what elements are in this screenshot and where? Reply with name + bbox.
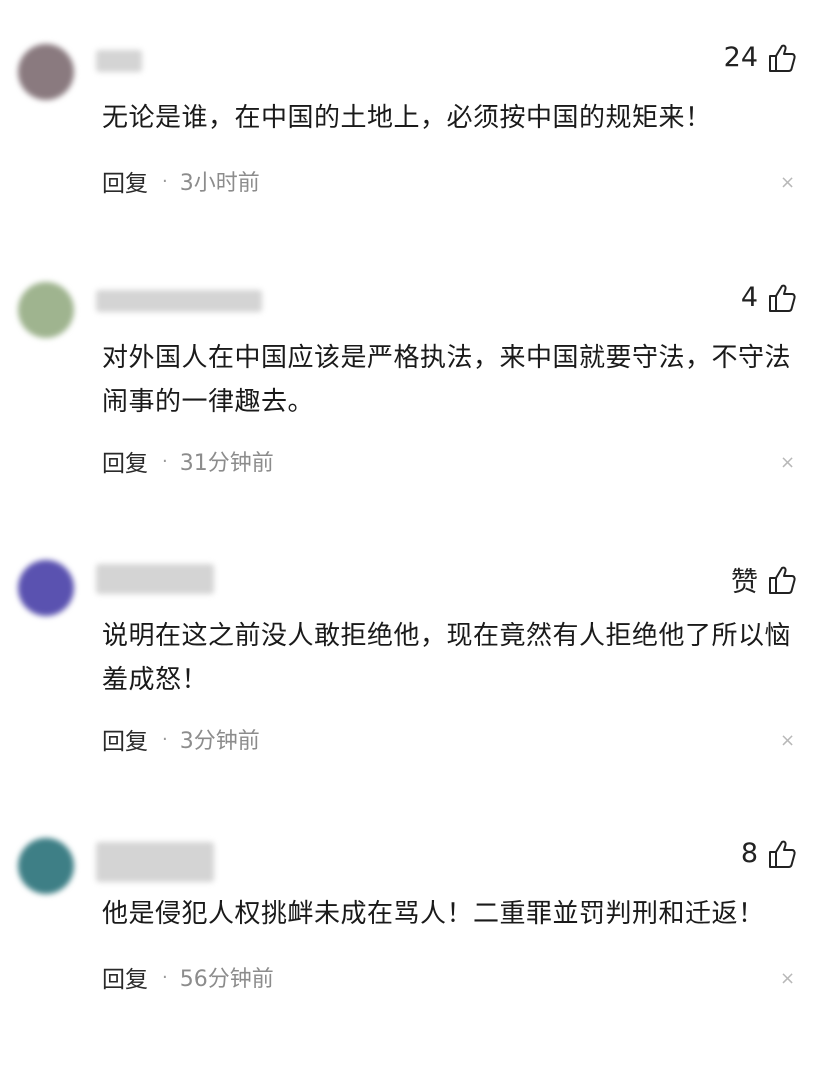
reply-button[interactable]: 回复 [102,960,148,994]
close-icon[interactable]: × [780,454,795,472]
thumbs-up-icon [769,566,796,594]
reply-button[interactable]: 回复 [102,722,148,756]
comment-meta: 回复 · 3分钟前 [102,722,260,756]
like-button[interactable]: 赞 [731,560,796,599]
username-blurred[interactable] [96,564,214,594]
like-button[interactable]: 8 [741,838,796,869]
avatar[interactable] [18,282,74,338]
timestamp: 3分钟前 [179,729,260,754]
timestamp: 56分钟前 [179,967,274,992]
like-count: 4 [740,282,758,313]
avatar[interactable] [18,44,74,100]
separator-dot: · [162,966,168,988]
comment-item: 24 无论是谁，在中国的土地上，必须按中国的规矩来！ 回复 · 3小时前 × [0,40,836,240]
like-button[interactable]: 4 [741,282,796,313]
thumbs-up-icon [769,840,796,868]
comment-text: 对外国人在中国应该是严格执法，来中国就要守法，不守法闹事的一律趣去。 [102,343,792,417]
comment-text: 说明在这之前没人敢拒绝他，现在竟然有人拒绝他了所以恼羞成怒！ [102,621,792,695]
comment-meta: 回复 · 56分钟前 [102,960,274,994]
avatar[interactable] [18,560,74,616]
like-count: 24 [723,42,758,73]
comment-meta: 回复 · 3小时前 [102,164,260,198]
like-count: 赞 [731,567,758,598]
separator-dot: · [162,170,168,192]
username-blurred[interactable] [96,290,262,312]
reply-button[interactable]: 回复 [102,164,148,198]
separator-dot: · [162,728,168,750]
thumbs-up-icon [769,44,796,72]
comment-item: 赞 说明在这之前没人敢拒绝他，现在竟然有人拒绝他了所以恼羞成怒！ 回复 · 3分… [0,558,836,778]
like-count: 8 [740,838,758,869]
timestamp: 3小时前 [179,171,260,196]
username-blurred[interactable] [96,50,142,72]
close-icon[interactable]: × [780,970,795,988]
timestamp: 31分钟前 [179,451,274,476]
reply-button[interactable]: 回复 [102,444,148,478]
comment-item: 4 对外国人在中国应该是严格执法，来中国就要守法，不守法闹事的一律趣去。 回复 … [0,280,836,500]
close-icon[interactable]: × [780,174,795,192]
separator-dot: · [162,450,168,472]
avatar[interactable] [18,838,74,894]
like-button[interactable]: 24 [724,42,796,73]
comment-text: 他是侵犯人权挑衅未成在骂人！二重罪並罚判刑和迁返！ [102,899,765,929]
thumbs-up-icon [769,284,796,312]
username-blurred[interactable] [96,842,214,882]
comment-meta: 回复 · 31分钟前 [102,444,274,478]
comment-item: 8 他是侵犯人权挑衅未成在骂人！二重罪並罚判刑和迁返！ 回复 · 56分钟前 × [0,836,836,1036]
comment-text: 无论是谁，在中国的土地上，必须按中国的规矩来！ [102,103,712,133]
close-icon[interactable]: × [780,732,795,750]
